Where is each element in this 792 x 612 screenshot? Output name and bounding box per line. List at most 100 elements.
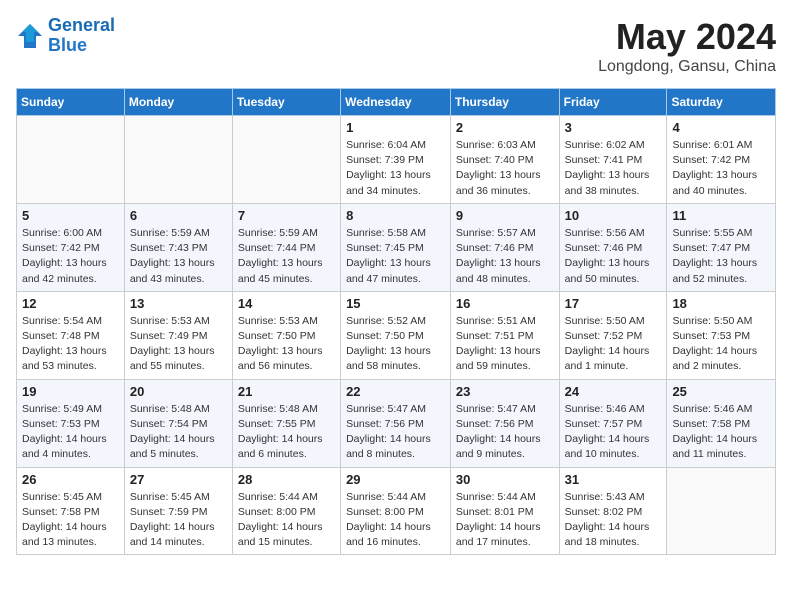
- calendar-cell: [667, 467, 776, 555]
- calendar-cell: 10Sunrise: 5:56 AM Sunset: 7:46 PM Dayli…: [559, 203, 667, 291]
- calendar-cell: 14 Sunrise: 5:53 AM Sunset: 7:50 PM Dayli…: [232, 291, 340, 379]
- day-number: 19: [22, 384, 119, 399]
- calendar-cell: [124, 116, 232, 204]
- day-info: Sunrise: 5:45 AM Sunset: 7:58 PM Dayligh…: [22, 490, 119, 551]
- calendar-cell: 1 Sunrise: 6:04 AM Sunset: 7:39 PM Daylig…: [341, 116, 451, 204]
- day-info: Sunrise: 5:54 AM Sunset: 7:48 PM Dayligh…: [22, 314, 119, 375]
- day-info: Sunrise: 5:59 AM Sunset: 7:43 PM Dayligh…: [130, 226, 227, 287]
- calendar-cell: 23 Sunrise: 5:47 AM Sunset: 7:56 PM Dayli…: [450, 379, 559, 467]
- calendar-week-row: 19 Sunrise: 5:49 AM Sunset: 7:53 PM Dayli…: [17, 379, 776, 467]
- calendar-cell: 19 Sunrise: 5:49 AM Sunset: 7:53 PM Dayli…: [17, 379, 125, 467]
- month-title: May 2024: [598, 16, 776, 58]
- day-info: Sunrise: 5:47 AM Sunset: 7:56 PM Dayligh…: [456, 402, 554, 463]
- day-info: Sunrise: 5:44 AM Sunset: 8:01 PM Dayligh…: [456, 490, 554, 551]
- day-info: Sunrise: 5:48 AM Sunset: 7:55 PM Dayligh…: [238, 402, 335, 463]
- day-number: 1: [346, 120, 445, 135]
- day-number: 22: [346, 384, 445, 399]
- calendar-cell: 7 Sunrise: 5:59 AM Sunset: 7:44 PM Daylig…: [232, 203, 340, 291]
- day-number: 11: [672, 208, 770, 223]
- page-header: General Blue May 2024 Longdong, Gansu, C…: [16, 16, 776, 76]
- day-info: Sunrise: 5:59 AM Sunset: 7:44 PM Dayligh…: [238, 226, 335, 287]
- calendar-cell: 25 Sunrise: 5:46 AM Sunset: 7:58 PM Dayli…: [667, 379, 776, 467]
- calendar-cell: 13 Sunrise: 5:53 AM Sunset: 7:49 PM Dayli…: [124, 291, 232, 379]
- day-number: 18: [672, 296, 770, 311]
- day-info: Sunrise: 5:49 AM Sunset: 7:53 PM Dayligh…: [22, 402, 119, 463]
- calendar-cell: 29 Sunrise: 5:44 AM Sunset: 8:00 PM Dayli…: [341, 467, 451, 555]
- calendar-header-row: SundayMondayTuesdayWednesdayThursdayFrid…: [17, 89, 776, 116]
- day-number: 6: [130, 208, 227, 223]
- day-number: 2: [456, 120, 554, 135]
- day-info: Sunrise: 5:44 AM Sunset: 8:00 PM Dayligh…: [346, 490, 445, 551]
- logo: General Blue: [16, 16, 115, 56]
- calendar-cell: 3Sunrise: 6:02 AM Sunset: 7:41 PM Daylig…: [559, 116, 667, 204]
- day-info: Sunrise: 5:48 AM Sunset: 7:54 PM Dayligh…: [130, 402, 227, 463]
- calendar-cell: 30 Sunrise: 5:44 AM Sunset: 8:01 PM Dayli…: [450, 467, 559, 555]
- day-info: Sunrise: 5:46 AM Sunset: 7:57 PM Dayligh…: [565, 402, 662, 463]
- day-number: 25: [672, 384, 770, 399]
- day-number: 14: [238, 296, 335, 311]
- day-info: Sunrise: 5:53 AM Sunset: 7:50 PM Dayligh…: [238, 314, 335, 375]
- day-info: Sunrise: 6:02 AM Sunset: 7:41 PM Dayligh…: [565, 138, 662, 199]
- calendar-cell: 15 Sunrise: 5:52 AM Sunset: 7:50 PM Dayli…: [341, 291, 451, 379]
- calendar-week-row: 12 Sunrise: 5:54 AM Sunset: 7:48 PM Dayli…: [17, 291, 776, 379]
- day-info: Sunrise: 5:51 AM Sunset: 7:51 PM Dayligh…: [456, 314, 554, 375]
- calendar-cell: 4 Sunrise: 6:01 AM Sunset: 7:42 PM Daylig…: [667, 116, 776, 204]
- day-info: Sunrise: 5:53 AM Sunset: 7:49 PM Dayligh…: [130, 314, 227, 375]
- day-number: 29: [346, 472, 445, 487]
- calendar-cell: 24 Sunrise: 5:46 AM Sunset: 7:57 PM Dayli…: [559, 379, 667, 467]
- calendar-table: SundayMondayTuesdayWednesdayThursdayFrid…: [16, 88, 776, 555]
- day-number: 12: [22, 296, 119, 311]
- day-number: 13: [130, 296, 227, 311]
- calendar-cell: 12 Sunrise: 5:54 AM Sunset: 7:48 PM Dayli…: [17, 291, 125, 379]
- calendar-cell: 5Sunrise: 6:00 AM Sunset: 7:42 PM Daylig…: [17, 203, 125, 291]
- day-number: 30: [456, 472, 554, 487]
- calendar-cell: 26 Sunrise: 5:45 AM Sunset: 7:58 PM Dayli…: [17, 467, 125, 555]
- day-info: Sunrise: 5:50 AM Sunset: 7:53 PM Dayligh…: [672, 314, 770, 375]
- logo-icon: [16, 22, 44, 50]
- day-number: 4: [672, 120, 770, 135]
- day-info: Sunrise: 5:52 AM Sunset: 7:50 PM Dayligh…: [346, 314, 445, 375]
- calendar-cell: 9Sunrise: 5:57 AM Sunset: 7:46 PM Daylig…: [450, 203, 559, 291]
- title-block: May 2024 Longdong, Gansu, China: [598, 16, 776, 76]
- weekday-header: Thursday: [450, 89, 559, 116]
- day-number: 5: [22, 208, 119, 223]
- day-number: 9: [456, 208, 554, 223]
- calendar-week-row: 26 Sunrise: 5:45 AM Sunset: 7:58 PM Dayli…: [17, 467, 776, 555]
- day-number: 10: [565, 208, 662, 223]
- day-number: 28: [238, 472, 335, 487]
- logo-general: General: [48, 15, 115, 35]
- logo-blue: Blue: [48, 36, 115, 56]
- day-info: Sunrise: 5:46 AM Sunset: 7:58 PM Dayligh…: [672, 402, 770, 463]
- day-number: 20: [130, 384, 227, 399]
- calendar-cell: 31Sunrise: 5:43 AM Sunset: 8:02 PM Dayli…: [559, 467, 667, 555]
- day-info: Sunrise: 5:55 AM Sunset: 7:47 PM Dayligh…: [672, 226, 770, 287]
- calendar-week-row: 5Sunrise: 6:00 AM Sunset: 7:42 PM Daylig…: [17, 203, 776, 291]
- day-info: Sunrise: 5:45 AM Sunset: 7:59 PM Dayligh…: [130, 490, 227, 551]
- day-number: 26: [22, 472, 119, 487]
- day-number: 27: [130, 472, 227, 487]
- day-info: Sunrise: 5:43 AM Sunset: 8:02 PM Dayligh…: [565, 490, 662, 551]
- day-info: Sunrise: 6:04 AM Sunset: 7:39 PM Dayligh…: [346, 138, 445, 199]
- calendar-cell: 18 Sunrise: 5:50 AM Sunset: 7:53 PM Dayli…: [667, 291, 776, 379]
- day-info: Sunrise: 5:44 AM Sunset: 8:00 PM Dayligh…: [238, 490, 335, 551]
- weekday-header: Sunday: [17, 89, 125, 116]
- calendar-cell: 20 Sunrise: 5:48 AM Sunset: 7:54 PM Dayli…: [124, 379, 232, 467]
- weekday-header: Wednesday: [341, 89, 451, 116]
- calendar-cell: 2 Sunrise: 6:03 AM Sunset: 7:40 PM Daylig…: [450, 116, 559, 204]
- day-info: Sunrise: 6:03 AM Sunset: 7:40 PM Dayligh…: [456, 138, 554, 199]
- day-number: 21: [238, 384, 335, 399]
- calendar-cell: 21 Sunrise: 5:48 AM Sunset: 7:55 PM Dayli…: [232, 379, 340, 467]
- weekday-header: Friday: [559, 89, 667, 116]
- day-number: 15: [346, 296, 445, 311]
- calendar-cell: 11 Sunrise: 5:55 AM Sunset: 7:47 PM Dayli…: [667, 203, 776, 291]
- weekday-header: Tuesday: [232, 89, 340, 116]
- calendar-body: 1 Sunrise: 6:04 AM Sunset: 7:39 PM Daylig…: [17, 116, 776, 555]
- day-number: 7: [238, 208, 335, 223]
- day-number: 17: [565, 296, 662, 311]
- day-info: Sunrise: 6:01 AM Sunset: 7:42 PM Dayligh…: [672, 138, 770, 199]
- day-number: 24: [565, 384, 662, 399]
- calendar-cell: 28 Sunrise: 5:44 AM Sunset: 8:00 PM Dayli…: [232, 467, 340, 555]
- day-info: Sunrise: 5:50 AM Sunset: 7:52 PM Dayligh…: [565, 314, 662, 375]
- day-number: 23: [456, 384, 554, 399]
- calendar-cell: [232, 116, 340, 204]
